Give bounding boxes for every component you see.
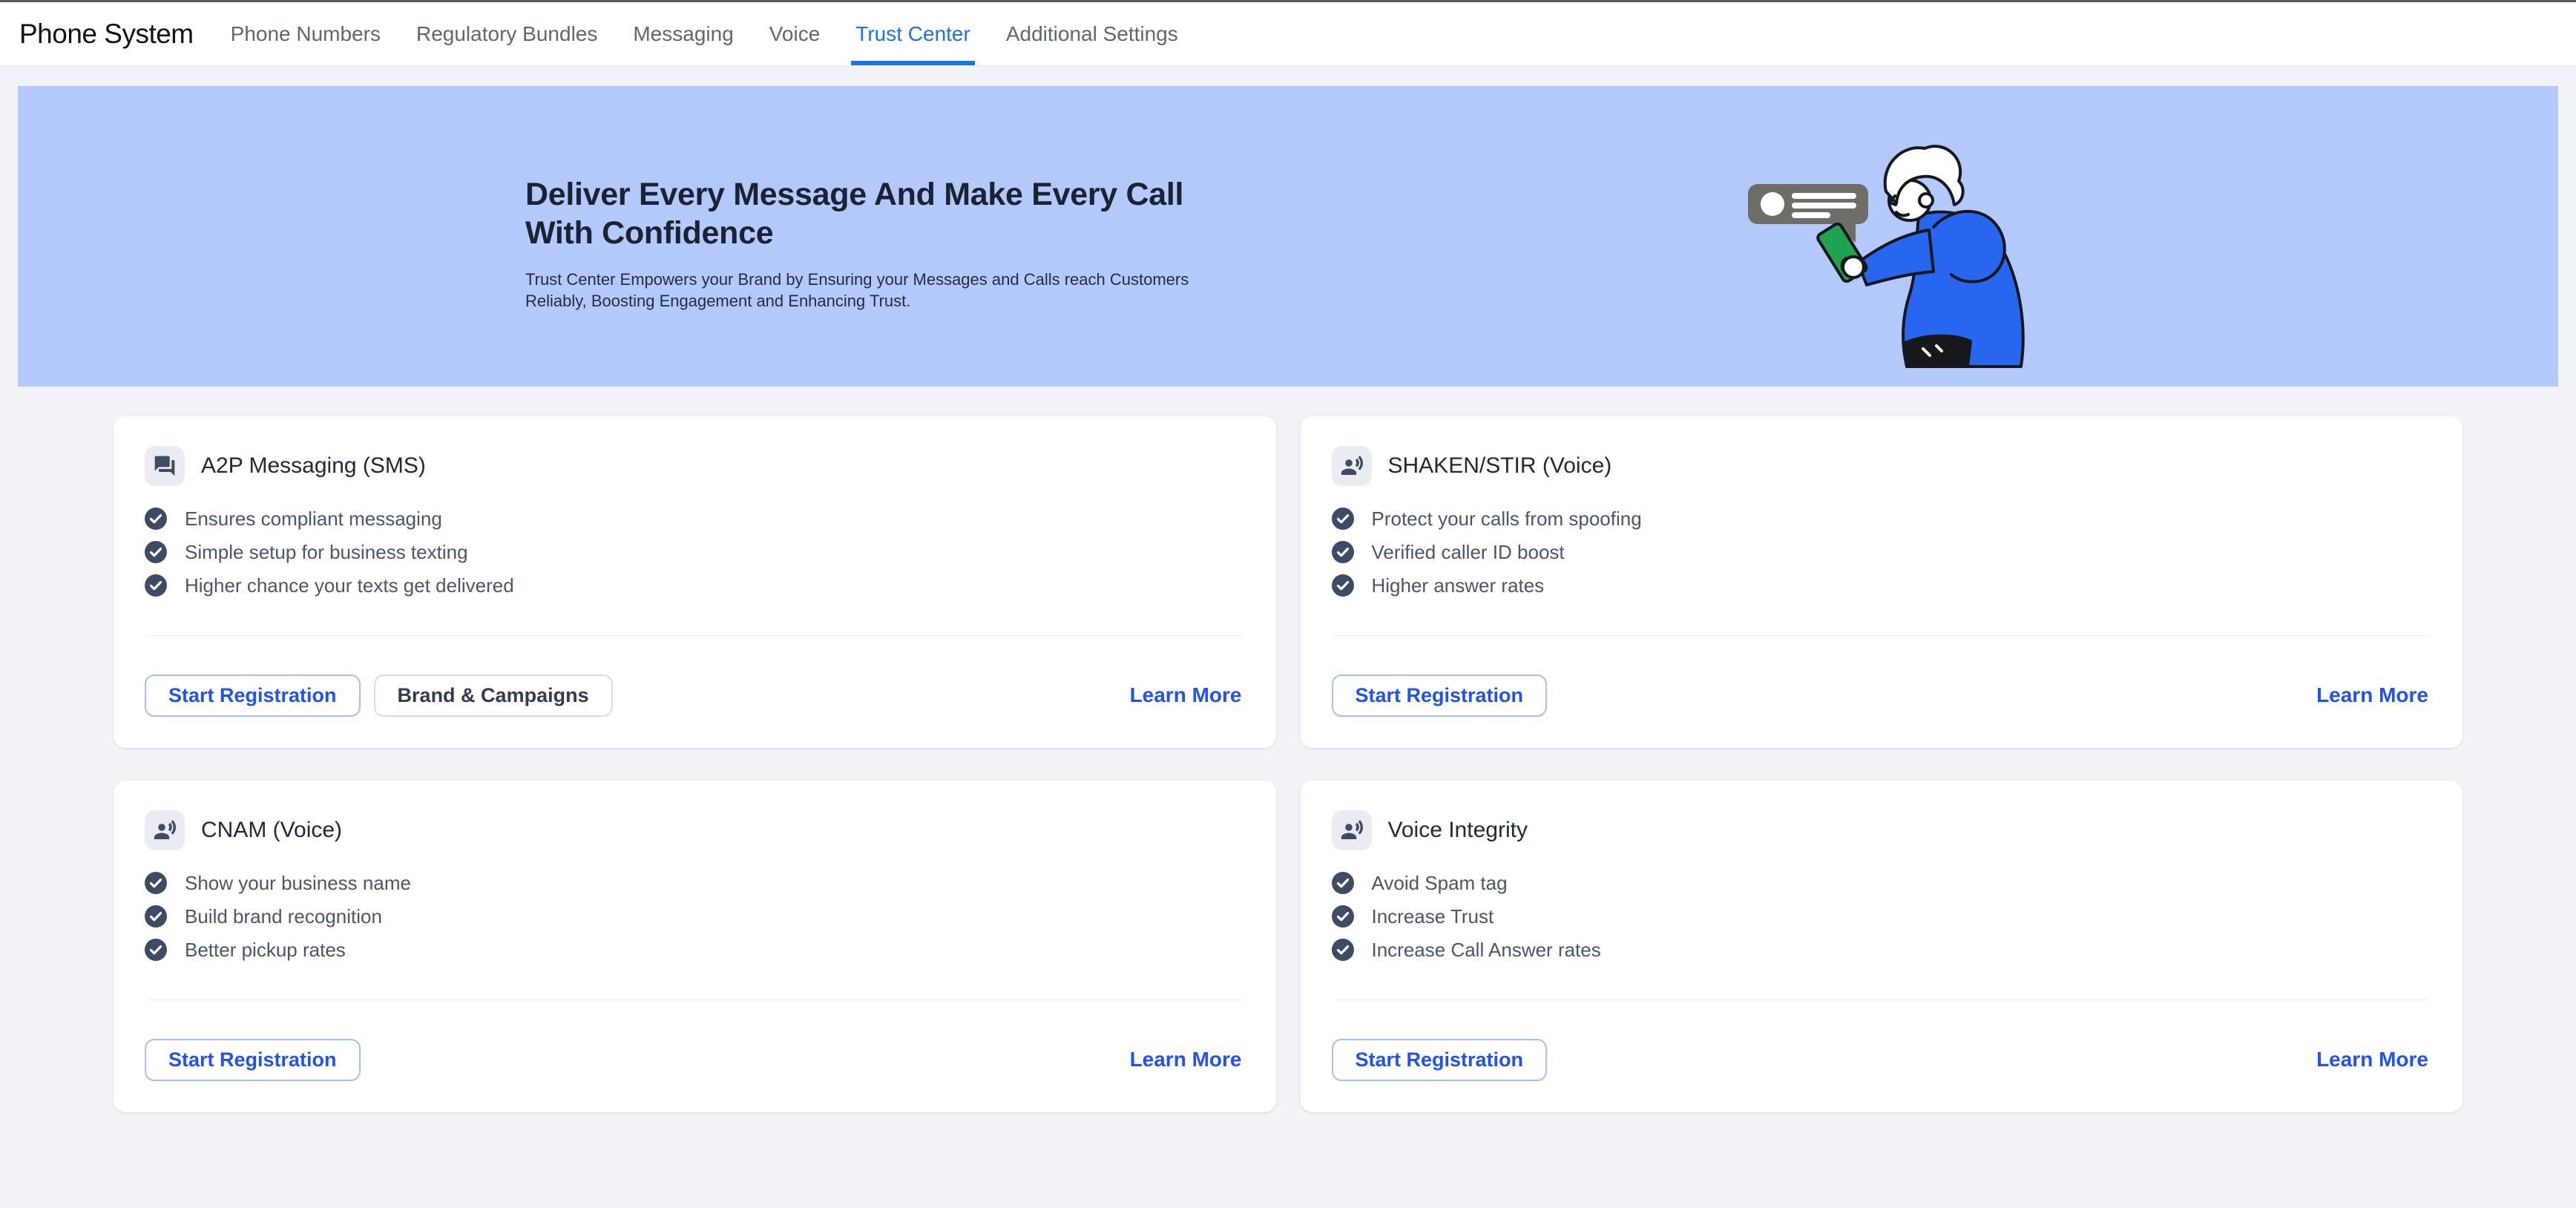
brand-campaigns-button[interactable]: Brand & Campaigns [374, 674, 613, 717]
card-footer: Start Registration Learn More [1332, 1018, 2429, 1101]
feature-text: Higher chance your texts get delivered [185, 574, 514, 597]
hero-subtitle-line-2: Reliably, Boosting Engagement and Enhanc… [525, 290, 1189, 312]
card-cnam: CNAM (Voice) Show your business name Bui… [114, 781, 1276, 1112]
feature-text: Increase Trust [1372, 905, 1494, 928]
feature-item: Avoid Spam tag [1332, 872, 2429, 894]
hero-illustration [1735, 132, 2054, 377]
feature-list: Ensures compliant messaging Simple setup… [145, 508, 1242, 597]
feature-text: Better pickup rates [185, 939, 346, 962]
feature-list: Avoid Spam tag Increase Trust Increase C… [1332, 872, 2429, 961]
feature-item: Higher answer rates [1332, 574, 2429, 597]
hero-subtitle-line-1: Trust Center Empowers your Brand by Ensu… [525, 269, 1189, 290]
forum-icon [145, 446, 185, 486]
feature-item: Verified caller ID boost [1332, 541, 2429, 563]
tab-phone-numbers[interactable]: Phone Numbers [213, 2, 398, 65]
card-title: A2P Messaging (SMS) [201, 453, 426, 479]
start-registration-button[interactable]: Start Registration [145, 1039, 361, 1081]
feature-item: Increase Trust [1332, 905, 2429, 928]
feature-text: Build brand recognition [185, 905, 382, 928]
voice-over-icon [1332, 446, 1372, 486]
feature-item: Increase Call Answer rates [1332, 939, 2429, 961]
page-title: Phone System [19, 19, 194, 50]
start-registration-button[interactable]: Start Registration [145, 674, 361, 717]
card-title: SHAKEN/STIR (Voice) [1388, 453, 1612, 479]
check-circle-icon [1332, 905, 1354, 928]
card-footer: Start Registration Brand & Campaigns Lea… [145, 654, 1242, 737]
card-title: Voice Integrity [1388, 818, 1528, 843]
hero-heading-line-1: Deliver Every Message And Make Every Cal… [525, 175, 1189, 214]
check-circle-icon [145, 541, 167, 563]
feature-text: Higher answer rates [1372, 574, 1545, 597]
tab-bar: Phone Numbers Regulatory Bundles Messagi… [213, 2, 1196, 65]
feature-list: Show your business name Build brand reco… [145, 872, 1242, 961]
feature-text: Protect your calls from spoofing [1372, 508, 1642, 531]
person-figure [1816, 146, 2023, 367]
check-circle-icon [145, 872, 167, 894]
card-voice-integrity: Voice Integrity Avoid Spam tag Increase … [1301, 781, 2463, 1112]
check-circle-icon [1332, 872, 1354, 894]
hero-copy: Deliver Every Message And Make Every Cal… [525, 175, 1189, 312]
start-registration-button[interactable]: Start Registration [1332, 674, 1548, 717]
feature-item: Show your business name [145, 872, 1242, 894]
feature-list: Protect your calls from spoofing Verifie… [1332, 508, 2429, 597]
feature-text: Avoid Spam tag [1372, 872, 1508, 895]
card-divider [148, 635, 1242, 636]
card-footer: Start Registration Learn More [145, 1018, 1242, 1101]
check-circle-icon [1332, 541, 1354, 563]
feature-item: Ensures compliant messaging [145, 508, 1242, 530]
learn-more-link[interactable]: Learn More [1130, 683, 1242, 707]
feature-text: Simple setup for business texting [185, 541, 468, 564]
card-header: SHAKEN/STIR (Voice) [1332, 446, 2429, 486]
hero-banner: Deliver Every Message And Make Every Cal… [18, 86, 2558, 387]
tab-voice[interactable]: Voice [752, 2, 838, 65]
feature-item: Protect your calls from spoofing [1332, 508, 2429, 530]
card-a2p-messaging: A2P Messaging (SMS) Ensures compliant me… [114, 416, 1276, 748]
card-footer: Start Registration Learn More [1332, 654, 2429, 737]
card-header: CNAM (Voice) [145, 810, 1242, 850]
check-circle-icon [145, 508, 167, 530]
card-title: CNAM (Voice) [201, 818, 342, 843]
feature-text: Increase Call Answer rates [1372, 939, 1601, 962]
tab-trust-center[interactable]: Trust Center [838, 2, 988, 65]
card-shaken-stir: SHAKEN/STIR (Voice) Protect your calls f… [1301, 416, 2463, 748]
check-circle-icon [1332, 939, 1354, 961]
feature-item: Higher chance your texts get delivered [145, 574, 1242, 597]
card-divider [148, 999, 1242, 1000]
check-circle-icon [145, 905, 167, 928]
learn-more-link[interactable]: Learn More [1130, 1048, 1242, 1071]
card-divider [1335, 635, 2429, 636]
message-bubble-icon [1748, 184, 1868, 243]
check-circle-icon [1332, 508, 1354, 530]
tab-regulatory-bundles[interactable]: Regulatory Bundles [398, 2, 615, 65]
check-circle-icon [145, 574, 167, 597]
card-header: Voice Integrity [1332, 810, 2429, 850]
hero-heading-line-2: With Confidence [525, 214, 1189, 252]
feature-item: Better pickup rates [145, 939, 1242, 961]
feature-text: Show your business name [185, 872, 411, 895]
tab-messaging[interactable]: Messaging [615, 2, 751, 65]
check-circle-icon [1332, 574, 1354, 597]
feature-item: Build brand recognition [145, 905, 1242, 928]
card-header: A2P Messaging (SMS) [145, 446, 1242, 486]
card-divider [1335, 999, 2429, 1000]
voice-over-icon [145, 810, 185, 850]
learn-more-link[interactable]: Learn More [2316, 1048, 2428, 1071]
feature-text: Ensures compliant messaging [185, 508, 442, 531]
learn-more-link[interactable]: Learn More [2316, 683, 2428, 707]
cards-grid: A2P Messaging (SMS) Ensures compliant me… [114, 416, 2462, 1112]
voice-over-icon [1332, 810, 1372, 850]
start-registration-button[interactable]: Start Registration [1332, 1039, 1548, 1081]
feature-text: Verified caller ID boost [1372, 541, 1565, 564]
check-circle-icon [145, 939, 167, 961]
feature-item: Simple setup for business texting [145, 541, 1242, 563]
tab-additional-settings[interactable]: Additional Settings [988, 2, 1196, 65]
top-navigation: Phone System Phone Numbers Regulatory Bu… [0, 2, 2576, 66]
